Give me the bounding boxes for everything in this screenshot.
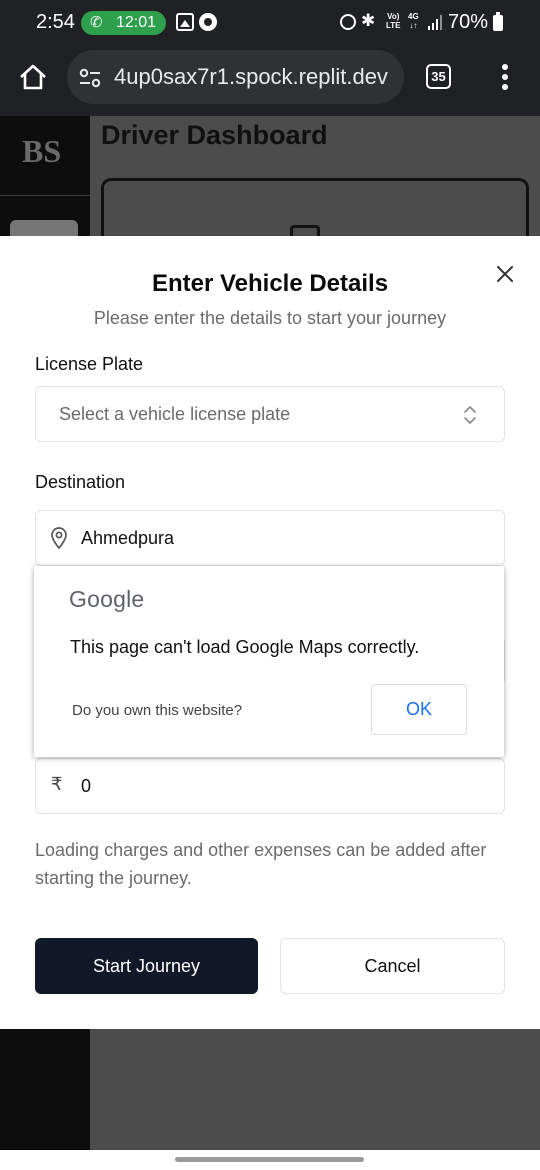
destination-label: Destination xyxy=(35,472,126,492)
amount-value: 0 xyxy=(81,776,92,796)
more-menu-icon[interactable] xyxy=(500,64,510,90)
modal-subtitle: Please enter the details to start your j… xyxy=(93,308,447,328)
network-4g-icon: 4G ↓↑ xyxy=(408,12,419,30)
modal-title: Enter Vehicle Details xyxy=(151,270,389,297)
call-duration: 12:01 xyxy=(116,14,157,31)
map-pin-icon xyxy=(51,527,67,550)
chevron-up-down-icon xyxy=(464,406,476,424)
gesture-handle[interactable] xyxy=(175,1157,364,1162)
bluetooth-icon: ✱ xyxy=(361,11,376,30)
alarm-icon xyxy=(340,14,356,30)
help-text: Loading charges and other expenses can b… xyxy=(35,840,487,888)
license-plate-select[interactable]: Select a vehicle license plate xyxy=(35,386,505,442)
volte-icon: Vo) LTE xyxy=(386,12,401,30)
destination-value: Ahmedpura xyxy=(81,528,175,548)
error-message: This page can't load Google Maps correct… xyxy=(70,637,420,657)
page-overlay-bottom xyxy=(90,1029,540,1160)
ok-button[interactable]: OK xyxy=(371,684,467,735)
amount-input[interactable]: ₹ 0 xyxy=(35,758,505,814)
start-journey-button[interactable]: Start Journey xyxy=(35,938,258,994)
google-maps-error-dialog: Google This page can't load Google Maps … xyxy=(34,566,504,757)
google-logo: Google xyxy=(69,586,145,612)
home-icon[interactable] xyxy=(18,62,48,92)
app-logo: BS xyxy=(22,133,62,169)
page-title: Driver Dashboard xyxy=(101,120,328,150)
destination-input[interactable]: Ahmedpura xyxy=(35,510,505,566)
gallery-icon xyxy=(176,13,194,31)
page-sidebar-bottom xyxy=(0,1029,90,1160)
whatsapp-icon xyxy=(199,13,217,31)
license-plate-label: License Plate xyxy=(35,354,144,374)
status-time: 2:54 xyxy=(36,11,75,33)
phone-icon: ✆ xyxy=(90,14,103,31)
tab-switcher-button[interactable]: 35 xyxy=(426,64,451,89)
license-plate-placeholder: Select a vehicle license plate xyxy=(59,404,291,424)
browser-toolbar: 4up0sax7r1.spock.replit.dev 35 xyxy=(0,46,540,116)
own-website-question: Do you own this website? xyxy=(72,702,243,719)
rupee-icon: ₹ xyxy=(51,774,63,794)
battery-icon xyxy=(493,12,503,31)
signal-icon xyxy=(428,14,442,30)
status-bar: 2:54 ✆ 12:01 ✱ Vo) LTE 4G ↓↑ 70% xyxy=(0,0,540,46)
address-bar[interactable]: 4up0sax7r1.spock.replit.dev xyxy=(67,50,404,104)
site-settings-icon[interactable] xyxy=(79,68,101,88)
ongoing-call-pill[interactable]: ✆ 12:01 xyxy=(81,11,166,35)
battery-percent: 70% xyxy=(448,11,489,33)
url-text: 4up0sax7r1.spock.replit.dev xyxy=(114,64,388,89)
cancel-button[interactable]: Cancel xyxy=(280,938,505,994)
sidebar-divider xyxy=(0,195,90,196)
